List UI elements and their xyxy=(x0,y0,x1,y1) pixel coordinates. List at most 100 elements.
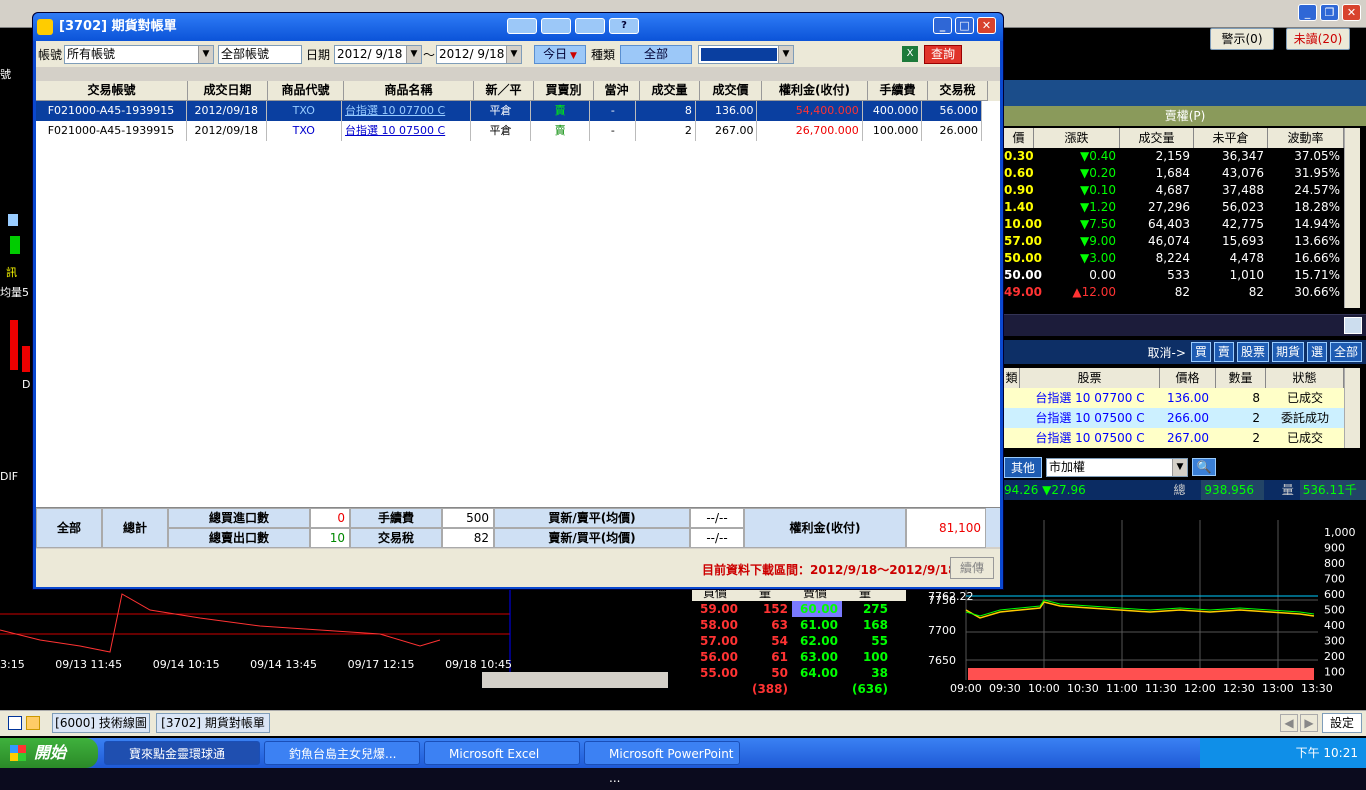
prev-arrow-icon[interactable]: ◀ xyxy=(1280,714,1298,732)
search-icon[interactable]: 🔍 xyxy=(1192,458,1217,476)
col-tax[interactable]: 交易稅 xyxy=(928,81,988,101)
window-icon[interactable] xyxy=(8,716,22,730)
time-tick: 09/13 11:45 xyxy=(55,658,123,671)
continue-download-button[interactable]: 續傳 xyxy=(950,557,994,579)
table-row[interactable]: F021000-A45-1939915 2012/09/18 TXO 台指選 1… xyxy=(36,101,983,121)
order-col: 狀態 xyxy=(1266,368,1344,388)
left-text: 號 xyxy=(0,68,11,81)
maximize-icon[interactable]: □ xyxy=(955,17,974,34)
date-from-select[interactable]: 2012/ 9/18 ▼ xyxy=(334,44,422,64)
cancel-stock-button[interactable]: 股票 xyxy=(1236,342,1269,362)
today-label: 今日 xyxy=(543,46,568,61)
option-row[interactable]: 10.00 ▼7.50 64,403 42,775 14.94% xyxy=(1004,216,1344,233)
option-row[interactable]: 57.00 ▼9.00 46,074 15,693 13.66% xyxy=(1004,233,1344,250)
quote-row[interactable]: 56.00 61 63.00 100 xyxy=(692,649,906,665)
col-premium[interactable]: 權利金(收付) xyxy=(762,81,868,101)
arrow-down-icon xyxy=(8,214,18,226)
option-cell: ▲12.00 xyxy=(1072,285,1116,299)
col-code[interactable]: 商品代號 xyxy=(268,81,344,101)
cell-name[interactable]: 台指選 10 07500 C xyxy=(342,121,472,141)
option-row[interactable]: 0.30 ▼0.40 2,159 36,347 37.05% xyxy=(1004,148,1344,165)
settings-button[interactable]: 設定 xyxy=(1322,713,1362,733)
option-row[interactable]: 50.00 ▼3.00 8,224 4,478 16.66% xyxy=(1004,250,1344,267)
col-account[interactable]: 交易帳號 xyxy=(36,81,188,101)
close-icon[interactable]: ✕ xyxy=(1342,4,1361,21)
option-cell: ▼7.50 xyxy=(1080,217,1116,231)
excel-icon[interactable]: X xyxy=(902,46,918,62)
quote-row[interactable]: 59.00 152 60.00 275 xyxy=(692,601,906,617)
col-open-close[interactable]: 新／平 xyxy=(474,81,534,101)
quote-row[interactable]: 58.00 63 61.00 168 xyxy=(692,617,906,633)
option-cell: 18.28% xyxy=(1294,200,1340,214)
export-icon[interactable] xyxy=(575,18,605,34)
next-arrow-icon[interactable]: ▶ xyxy=(1300,714,1318,732)
option-row[interactable]: 0.60 ▼0.20 1,684 43,076 31.95% xyxy=(1004,165,1344,182)
col-qty[interactable]: 成交量 xyxy=(640,81,700,101)
cell-price: 136.00 xyxy=(696,101,758,121)
panel-icon[interactable] xyxy=(1344,317,1362,334)
order-row[interactable]: 台指選 10 07500 C 267.00 2 已成交 xyxy=(1004,428,1344,448)
quote-cell: 61.00 xyxy=(800,618,838,632)
col-side[interactable]: 買賣別 xyxy=(534,81,594,101)
query-button[interactable]: 查詢 xyxy=(924,44,962,64)
minimize-icon[interactable]: _ xyxy=(1298,4,1317,21)
taskbar-item[interactable]: Microsoft PowerPoint ... xyxy=(584,741,740,785)
option-row[interactable]: 1.40 ▼1.20 27,296 56,023 18.28% xyxy=(1004,199,1344,216)
col-date[interactable]: 成交日期 xyxy=(188,81,268,101)
cancel-futures-button[interactable]: 期貨 xyxy=(1271,342,1304,362)
window-tab-chart[interactable]: [6000] 技術線圖 xyxy=(52,713,150,733)
date-to-select[interactable]: 2012/ 9/18 ▼ xyxy=(436,44,522,64)
dialog-title-bar[interactable]: [3702] 期貨對帳單 ? _ □ ✕ xyxy=(33,13,1003,41)
quote-row[interactable]: 55.00 50 64.00 38 xyxy=(692,665,906,681)
time-tick: 09/17 12:15 xyxy=(347,658,415,671)
table-row[interactable]: F021000-A45-1939915 2012/09/18 TXO 台指選 1… xyxy=(36,121,983,141)
layout-icon[interactable] xyxy=(507,18,537,34)
cell-name[interactable]: 台指選 10 07700 C xyxy=(342,101,472,121)
type-all-button[interactable]: 全部 xyxy=(620,44,692,64)
option-cell: 0.30 xyxy=(1004,149,1034,163)
time-tick: 09/14 13:45 xyxy=(250,658,318,671)
option-scrollbar[interactable] xyxy=(1344,128,1360,308)
print-icon[interactable] xyxy=(541,18,571,34)
order-scrollbar[interactable] xyxy=(1344,368,1360,448)
account-select[interactable]: 所有帳號 ▼ xyxy=(64,44,214,64)
option-row[interactable]: 50.00 0.00 533 1,010 15.71% xyxy=(1004,267,1344,284)
cancel-option-button[interactable]: 選 xyxy=(1306,342,1327,362)
quote-row[interactable]: 57.00 54 62.00 55 xyxy=(692,633,906,649)
close-icon[interactable]: ✕ xyxy=(977,17,996,34)
index-select[interactable]: 市加權 ▼ xyxy=(1046,457,1189,477)
col-volume: 成交量 xyxy=(1120,128,1194,148)
taskbar-item[interactable]: Microsoft Excel xyxy=(424,741,580,765)
option-row[interactable]: 49.00 ▲12.00 82 82 30.66% xyxy=(1004,284,1344,301)
taskbar-item-label: 釣魚台島主女兒爆... xyxy=(289,747,397,761)
option-cell: 2,159 xyxy=(1155,149,1190,163)
today-button[interactable]: 今日 ▼ xyxy=(534,44,586,64)
col-price[interactable]: 成交價 xyxy=(700,81,762,101)
cancel-buy-button[interactable]: 買 xyxy=(1190,342,1211,362)
start-button[interactable]: 開始 xyxy=(0,738,98,768)
col-name[interactable]: 商品名稱 xyxy=(344,81,474,101)
chart-scrollbar[interactable] xyxy=(482,672,668,688)
extra-select[interactable]: ▼ xyxy=(698,44,794,64)
option-cell: 30.66% xyxy=(1294,285,1340,299)
minimize-icon[interactable]: _ xyxy=(933,17,952,34)
order-row[interactable]: 台指選 10 07500 C 266.00 2 委託成功 xyxy=(1004,408,1344,428)
other-button[interactable]: 其他 xyxy=(1004,456,1043,478)
order-row[interactable]: 台指選 10 07700 C 136.00 8 已成交 xyxy=(1004,388,1344,408)
help-icon[interactable]: ? xyxy=(609,18,639,34)
option-cell: 37.05% xyxy=(1294,149,1340,163)
taskbar-item[interactable]: 釣魚台島主女兒爆... xyxy=(264,741,420,765)
col-fee[interactable]: 手續費 xyxy=(868,81,928,101)
warn-button[interactable]: 警示(0) xyxy=(1210,28,1274,50)
restore-icon[interactable]: ❐ xyxy=(1320,4,1339,21)
unread-button[interactable]: 未讀(20) xyxy=(1286,28,1350,50)
folder-icon[interactable] xyxy=(26,716,40,730)
window-tab-statement[interactable]: [3702] 期貨對帳單 xyxy=(156,713,270,733)
clock[interactable]: 下午 10:21 xyxy=(1296,746,1358,760)
option-row[interactable]: 0.90 ▼0.10 4,687 37,488 24.57% xyxy=(1004,182,1344,199)
cancel-sell-button[interactable]: 賣 xyxy=(1213,342,1234,362)
col-daytrade[interactable]: 當沖 xyxy=(594,81,640,101)
account-input[interactable]: 全部帳號 xyxy=(218,44,302,64)
taskbar-item[interactable]: 寶來點金靈環球通 xyxy=(104,741,260,765)
cancel-all-button[interactable]: 全部 xyxy=(1329,342,1362,362)
